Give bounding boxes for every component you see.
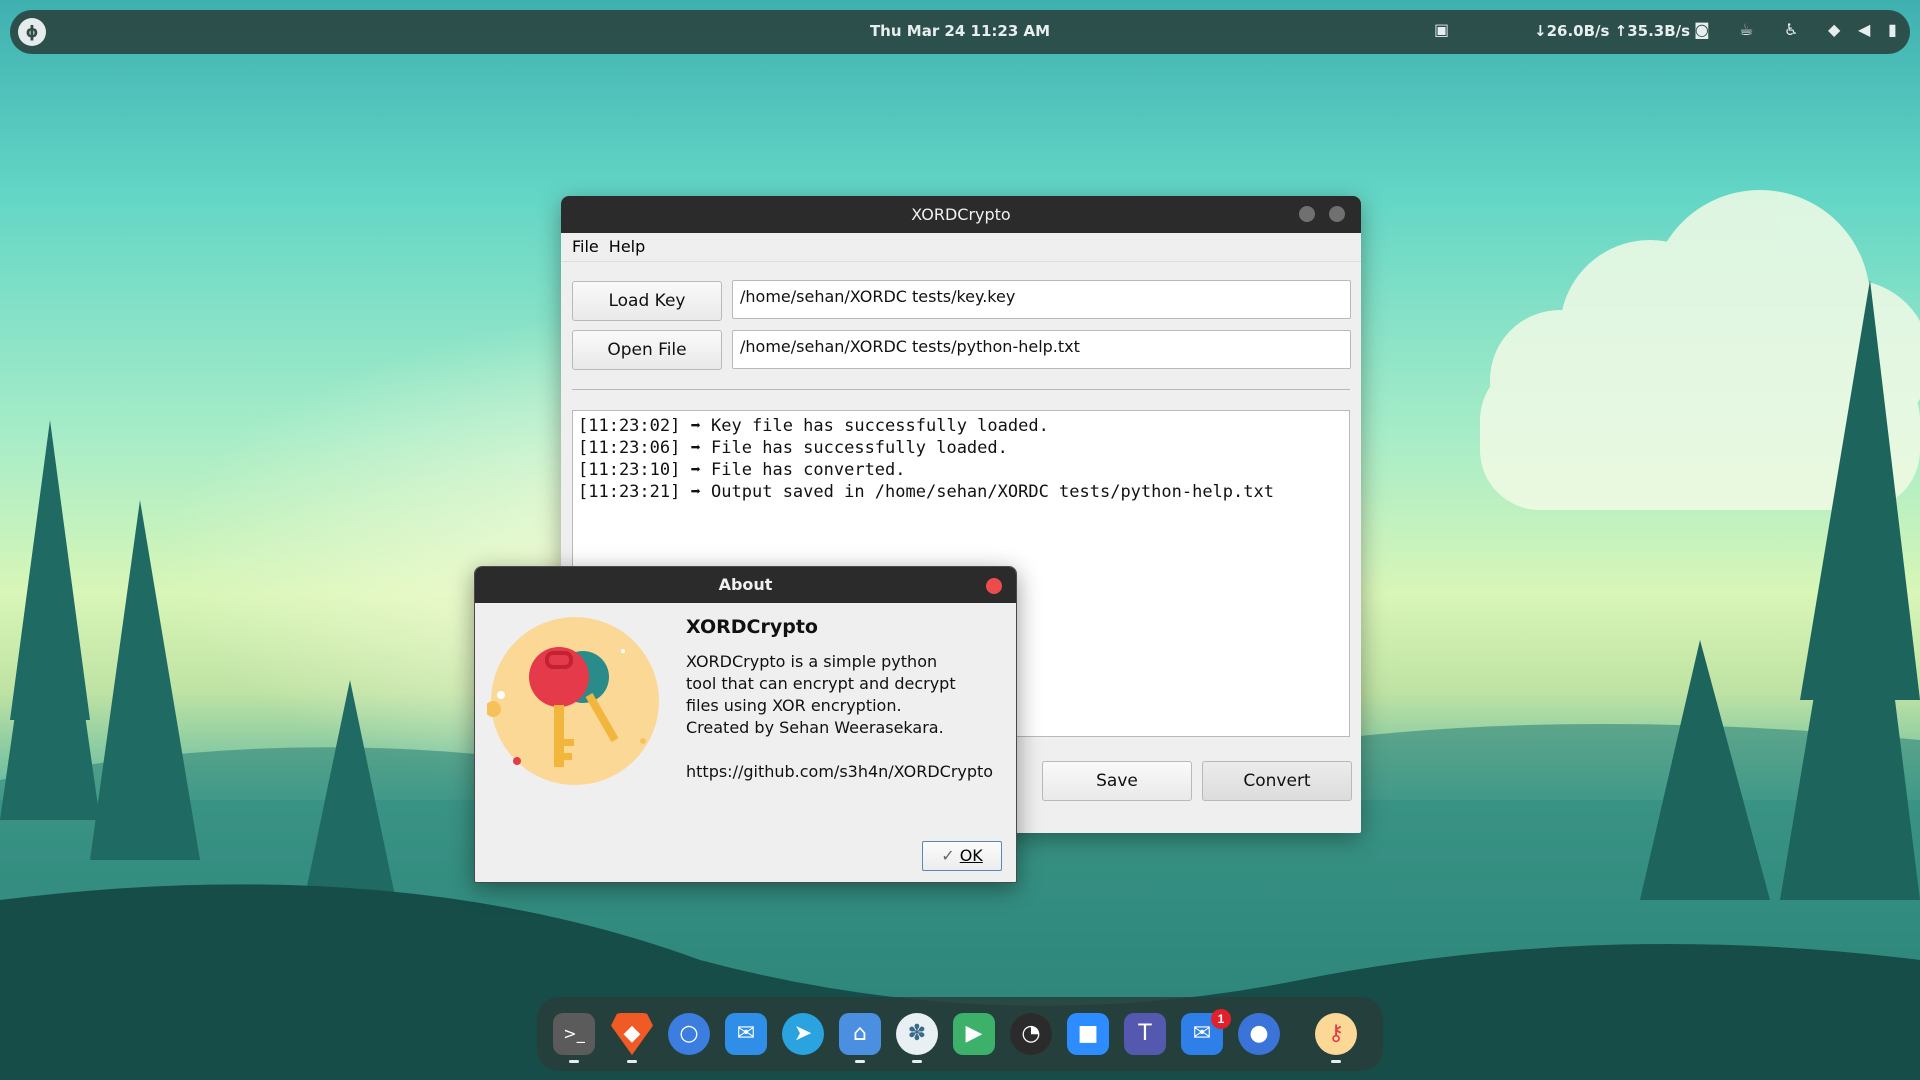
ok-label: OK bbox=[959, 846, 983, 865]
brave-icon[interactable]: ◆ bbox=[611, 1013, 653, 1055]
log-line: [11:23:10] ➡ File has converted. bbox=[578, 460, 906, 480]
menu-file[interactable]: File bbox=[561, 233, 605, 256]
file-path-field[interactable]: /home/sehan/XORDC tests/python-help.txt bbox=[732, 330, 1351, 369]
log-line: [11:23:21] ➡ Output saved in /home/sehan… bbox=[578, 482, 1274, 502]
window-title: XORDCrypto bbox=[911, 205, 1011, 224]
window-titlebar[interactable]: XORDCrypto bbox=[561, 196, 1361, 233]
telegram-icon[interactable]: ➤ bbox=[782, 1013, 824, 1055]
load-key-button[interactable]: Load Key bbox=[572, 281, 722, 321]
running-indicator bbox=[569, 1060, 579, 1063]
separator bbox=[572, 389, 1350, 390]
wifi-icon[interactable]: ◆ bbox=[1828, 20, 1840, 39]
running-indicator bbox=[627, 1060, 637, 1063]
about-author: Created by Sehan Weerasekara. bbox=[686, 718, 944, 737]
key-path-field[interactable]: /home/sehan/XORDC tests/key.key bbox=[732, 280, 1351, 319]
accessibility-icon[interactable]: ♿ bbox=[1784, 20, 1798, 39]
volume-icon[interactable]: ◀ bbox=[1858, 20, 1870, 39]
close-button[interactable] bbox=[986, 578, 1002, 594]
chat-icon[interactable]: ▣ bbox=[1434, 20, 1449, 39]
screenshot-icon[interactable]: ◙ bbox=[1694, 20, 1710, 39]
description-line: XORDCrypto is a simple python bbox=[686, 652, 938, 671]
about-heading: XORDCrypto bbox=[686, 616, 818, 638]
about-dialog: About XORDCrypto XORDCrypto is a simple … bbox=[474, 566, 1017, 883]
save-button[interactable]: Save bbox=[1042, 761, 1192, 801]
running-indicator bbox=[1331, 1060, 1341, 1063]
minimize-button[interactable] bbox=[1299, 206, 1315, 222]
app-logo-icon bbox=[487, 617, 659, 785]
battery-icon[interactable]: ▮ bbox=[1888, 20, 1897, 39]
convert-button[interactable]: Convert bbox=[1202, 761, 1352, 801]
maximize-button[interactable] bbox=[1329, 206, 1345, 222]
menu-bar: File Help bbox=[561, 233, 1361, 262]
terminal-icon[interactable]: >_ bbox=[553, 1013, 595, 1055]
menu-help[interactable]: Help bbox=[605, 233, 651, 256]
zoom-icon[interactable]: ■ bbox=[1067, 1013, 1109, 1055]
about-titlebar[interactable]: About bbox=[475, 567, 1016, 603]
top-panel: ϕ Thu Mar 24 11:23 AM ▣ ↓26.0B/s ↑35.3B/… bbox=[10, 10, 1910, 54]
obs-icon[interactable]: ◔ bbox=[1010, 1013, 1052, 1055]
about-url[interactable]: https://github.com/s3h4n/XORDCrypto bbox=[686, 761, 993, 783]
description-line: files using XOR encryption. bbox=[686, 696, 902, 715]
files-icon[interactable]: ⌂ bbox=[839, 1013, 881, 1055]
media-player-icon[interactable]: ▶ bbox=[953, 1013, 995, 1055]
notification-badge: 1 bbox=[1211, 1009, 1231, 1029]
about-description: XORDCrypto is a simple python tool that … bbox=[686, 651, 956, 717]
mail-icon[interactable]: ✉ bbox=[725, 1013, 767, 1055]
network-speed[interactable]: ↓26.0B/s ↑35.3B/s bbox=[1534, 22, 1690, 40]
description-line: tool that can encrypt and decrypt bbox=[686, 674, 956, 693]
app-icon[interactable]: ✽ bbox=[896, 1013, 938, 1055]
open-file-button[interactable]: Open File bbox=[572, 330, 722, 370]
xordcrypto-icon[interactable]: ⚷ bbox=[1315, 1013, 1357, 1055]
log-line: [11:23:02] ➡ Key file has successfully l… bbox=[578, 416, 1049, 436]
running-indicator bbox=[855, 1060, 865, 1063]
log-line: [11:23:06] ➡ File has successfully loade… bbox=[578, 438, 1008, 458]
teams-icon[interactable]: T bbox=[1124, 1013, 1166, 1055]
running-indicator bbox=[912, 1060, 922, 1063]
toggle-icon[interactable]: ● bbox=[1238, 1013, 1280, 1055]
chromium-icon[interactable]: ○ bbox=[668, 1013, 710, 1055]
check-icon: ✓ bbox=[941, 846, 955, 865]
caffeine-icon[interactable]: ☕ bbox=[1739, 20, 1753, 39]
about-title: About bbox=[718, 575, 773, 594]
dock: >_ ◆ ○ ✉ ➤ ⌂ ✽ ▶ ◔ ■ T ✉ 1 ● ⚷ bbox=[537, 997, 1383, 1071]
ok-button[interactable]: ✓ OK bbox=[922, 841, 1002, 871]
